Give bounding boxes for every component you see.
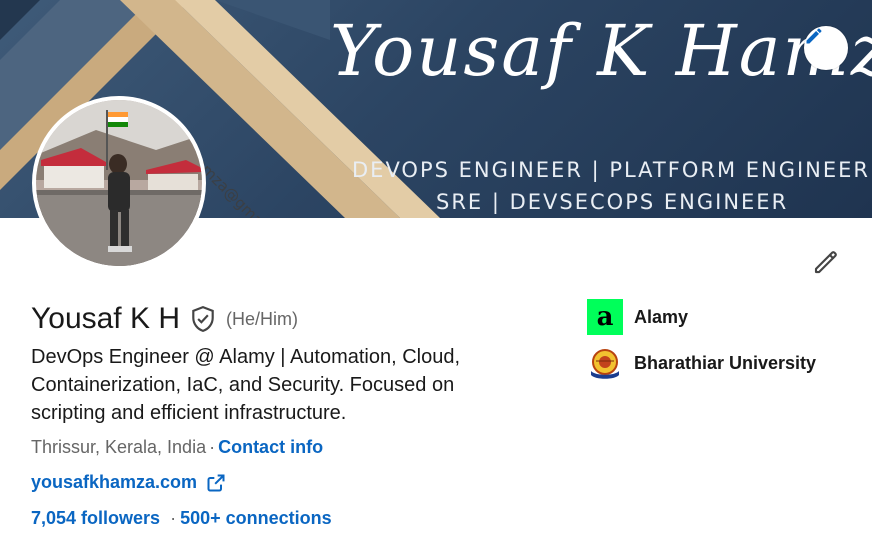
organizations-list: a Alamy Bharathiar University [587, 299, 816, 391]
website-row: yousafkhamza.com [31, 472, 226, 493]
avatar-photo [36, 100, 202, 266]
name-row: Yousaf K H (He/Him) [31, 302, 298, 336]
profile-headline: DevOps Engineer @ Alamy | Automation, Cl… [31, 346, 461, 424]
banner-roles-line2: SRE | DEVSECOPS ENGINEER [436, 190, 789, 214]
org-name: Alamy [634, 306, 689, 327]
location: Thrissur, Kerala, India [31, 437, 207, 457]
pencil-icon [814, 251, 837, 274]
pencil-icon [806, 28, 822, 44]
banner-roles-line1: DEVOPS ENGINEER | PLATFORM ENGINEER [352, 158, 871, 182]
followers-link[interactable]: 7,054 followers [31, 508, 160, 528]
separator: · [170, 508, 177, 528]
university-seal-icon [587, 345, 623, 381]
banner-signature: Yousaf K Hamza [330, 10, 872, 92]
network-row: 7,054 followers · 500+ connections [31, 508, 332, 529]
org-name: Bharathiar University [634, 352, 817, 373]
connections-link[interactable]: 500+ connections [180, 508, 332, 528]
contact-info-link[interactable]: Contact info [218, 437, 323, 457]
alamy-logo-icon: a [587, 299, 623, 335]
edit-banner-button[interactable] [804, 26, 848, 70]
edit-intro-button[interactable] [806, 242, 846, 282]
location-row: Thrissur, Kerala, India · Contact info [31, 437, 323, 458]
profile-avatar[interactable] [32, 96, 206, 270]
pronouns: (He/Him) [226, 308, 298, 329]
verified-shield-icon[interactable] [190, 305, 216, 333]
website-link[interactable]: yousafkhamza.com [31, 472, 197, 493]
org-item-bharathiar-university[interactable]: Bharathiar University [587, 345, 816, 381]
profile-name: Yousaf K H [31, 302, 180, 335]
separator: · [209, 437, 216, 457]
external-link-icon[interactable] [206, 473, 226, 493]
org-item-alamy[interactable]: a Alamy [587, 299, 816, 335]
